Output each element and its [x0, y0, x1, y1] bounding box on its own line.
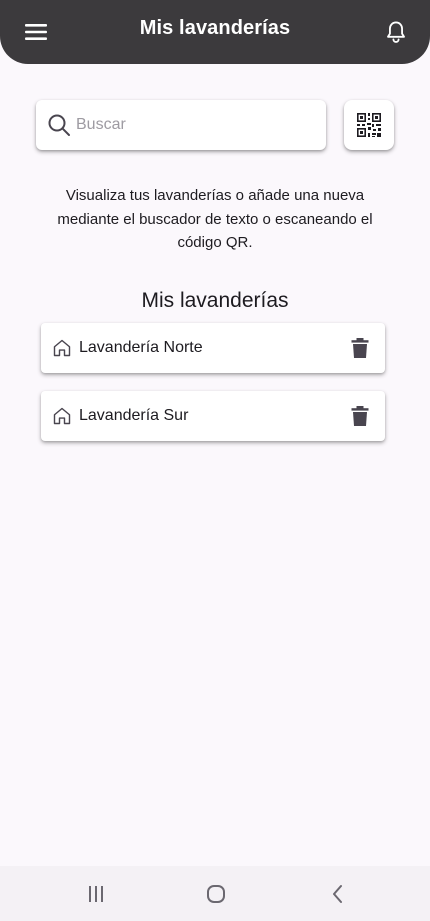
app-bar: Mis lavanderías [0, 0, 430, 64]
qr-code-icon [357, 113, 381, 137]
back-chevron-icon [333, 885, 342, 903]
system-nav-bar [0, 866, 430, 921]
laundry-item[interactable]: Lavandería Sur [41, 391, 385, 441]
laundry-name: Lavandería Sur [79, 407, 189, 424]
section-title: Mis lavanderías [141, 289, 289, 312]
search-input[interactable] [76, 105, 306, 145]
trash-icon [351, 338, 369, 358]
home-icon [51, 405, 73, 427]
notifications-button[interactable] [380, 16, 412, 48]
laundry-name: Lavandería Norte [79, 339, 203, 356]
home-icon [51, 337, 73, 359]
help-text: Visualiza tus lavanderías o añade una nu… [57, 187, 373, 251]
home-circle-icon [207, 885, 225, 903]
search-box[interactable] [36, 100, 326, 150]
scan-qr-button[interactable] [344, 100, 394, 150]
recents-button[interactable] [84, 882, 108, 906]
search-icon [46, 112, 72, 138]
bell-icon [387, 21, 405, 43]
delete-laundry-button[interactable] [348, 336, 372, 360]
laundry-item[interactable]: Lavandería Norte [41, 323, 385, 373]
page-title: Mis lavanderías [139, 17, 291, 39]
recents-icon [89, 886, 103, 902]
trash-icon [351, 406, 369, 426]
back-button[interactable] [326, 882, 350, 906]
delete-laundry-button[interactable] [348, 404, 372, 428]
home-button[interactable] [204, 882, 228, 906]
